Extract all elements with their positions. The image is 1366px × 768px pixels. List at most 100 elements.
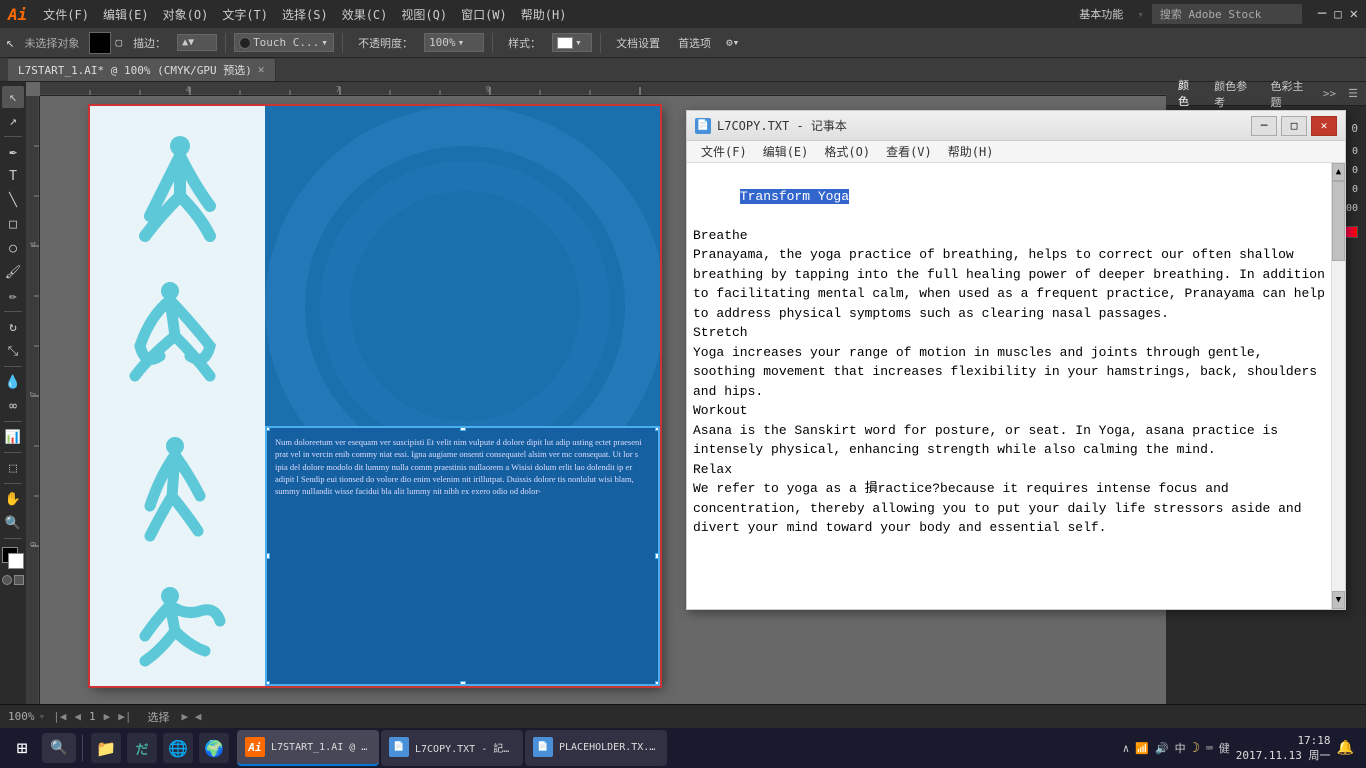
selection-handle-bm[interactable]	[460, 681, 466, 686]
canvas-tab-active[interactable]: L7START_1.AI* @ 100% (CMYK/GPU 预选) ✕	[8, 59, 276, 81]
select-tool[interactable]: ↖	[2, 86, 24, 108]
menu-select[interactable]: 选择(S)	[276, 4, 334, 25]
rect-tool[interactable]: □	[2, 213, 24, 235]
taskbar-ime-icon[interactable]: 中	[1175, 740, 1186, 756]
selection-handle-tr[interactable]	[655, 426, 660, 431]
start-button[interactable]: ⊞	[4, 730, 40, 766]
pen-tool[interactable]: ✒	[2, 141, 24, 163]
brush-tool[interactable]: 🖌	[2, 261, 24, 283]
menu-object[interactable]: 对象(O)	[157, 4, 215, 25]
text-box-overlay[interactable]: Num doloreetum ver esequam ver suscipist…	[265, 426, 660, 686]
text-box-content: Num doloreetum ver esequam ver suscipist…	[275, 436, 650, 676]
taskbar-health-icon[interactable]: 健	[1219, 740, 1230, 756]
menu-help[interactable]: 帮助(H)	[515, 4, 573, 25]
notepad-minimize-btn[interactable]: ─	[1251, 116, 1277, 136]
menu-type[interactable]: 文字(T)	[216, 4, 274, 25]
menu-effect[interactable]: 效果(C)	[336, 4, 394, 25]
nav-arrows[interactable]: ▶ ◀	[182, 710, 202, 723]
taskbar-action-center[interactable]: 🔔	[1337, 740, 1354, 756]
taskbar-edge-btn[interactable]: 🌐	[163, 733, 193, 763]
basic-function-btn[interactable]: 基本功能	[1073, 4, 1129, 24]
notepad-close-btn[interactable]: ✕	[1311, 116, 1337, 136]
search-adobe-stock[interactable]: 搜索 Adobe Stock	[1152, 4, 1302, 24]
maximize-btn[interactable]: □	[1334, 7, 1341, 21]
taskbar-time-display[interactable]: 17:18 2017.11.13 周一	[1236, 734, 1331, 763]
stroke-icon: ▢	[115, 36, 122, 49]
scale-tool[interactable]: ⤡	[2, 340, 24, 362]
taskbar-file-explorer-btn[interactable]: 📁	[91, 733, 121, 763]
notepad-titlebar[interactable]: 📄 L7COPY.TXT - 记事本 ─ □ ✕	[687, 111, 1345, 141]
scrollbar-down-btn[interactable]: ▼	[1332, 591, 1345, 609]
notepad-menu-file[interactable]: 文件(F)	[693, 141, 755, 162]
direct-select-tool[interactable]: ↗	[2, 110, 24, 132]
type-tool[interactable]: T	[2, 165, 24, 187]
menu-window[interactable]: 窗口(W)	[455, 4, 513, 25]
blend-tool[interactable]: ∞	[2, 395, 24, 417]
scrollbar-track[interactable]	[1332, 181, 1345, 591]
nav-back[interactable]: ◀	[74, 710, 81, 723]
menu-edit[interactable]: 编辑(E)	[97, 4, 155, 25]
scrollbar-up-btn[interactable]: ▲	[1332, 163, 1345, 181]
notepad-text-area[interactable]: Transform Yoga Breathe Pranayama, the yo…	[687, 163, 1331, 609]
pencil-tool[interactable]: ✏	[2, 285, 24, 307]
style-dropdown[interactable]: ▾	[552, 33, 592, 52]
notepad-menu-edit[interactable]: 编辑(E)	[755, 141, 817, 162]
menu-file[interactable]: 文件(F)	[37, 4, 95, 25]
taskbar-keyboard-icon[interactable]: ⌨	[1206, 742, 1213, 755]
canvas-tab-close[interactable]: ✕	[258, 63, 265, 76]
fill-swatch[interactable]	[89, 32, 111, 54]
close-btn[interactable]: ✕	[1350, 6, 1358, 22]
nav-forward[interactable]: ▶	[104, 710, 111, 723]
selection-handle-br[interactable]	[655, 681, 660, 686]
taskbar-right-area: ∧ 📶 🔊 中 ☽ ⌨ 健 17:18 2017.11.13 周一 🔔	[1123, 734, 1362, 763]
taskbar-app1-btn[interactable]: だ	[127, 733, 157, 763]
notepad-maximize-btn[interactable]: □	[1281, 116, 1307, 136]
artboard-tool[interactable]: ⬚	[2, 457, 24, 479]
no-selection-label: 未选择对象	[18, 33, 85, 53]
fill-stroke-indicator[interactable]	[2, 547, 24, 569]
normal-mode[interactable]	[2, 575, 12, 585]
taskbar-notepad-btn[interactable]: 📄 L7COPY.TXT - 記...	[381, 730, 523, 766]
zoom-tool[interactable]: 🔍	[2, 512, 24, 534]
taskbar-placeholder-btn[interactable]: 📄 PLACEHOLDER.TX...	[525, 730, 667, 766]
eyedropper-tool[interactable]: 💧	[2, 371, 24, 393]
taskbar-ai-btn[interactable]: Ai L7START_1.AI @ ...	[237, 730, 379, 766]
taskbar-network-icon[interactable]: 📶	[1135, 742, 1149, 755]
nav-next[interactable]: ▶|	[118, 710, 131, 723]
taskbar-search-btn[interactable]: 🔍	[42, 733, 76, 763]
selection-handle-tl[interactable]	[265, 426, 270, 431]
taskbar-ime-moon: ☽	[1192, 740, 1200, 756]
hand-tool[interactable]: ✋	[2, 488, 24, 510]
doc-settings-btn[interactable]: 文档设置	[609, 32, 667, 54]
stroke-dropdown[interactable]: ▲▼	[177, 34, 217, 51]
selection-handle-mr[interactable]	[655, 553, 660, 559]
scrollbar-thumb[interactable]	[1332, 181, 1345, 261]
notepad-menu-help[interactable]: 帮助(H)	[940, 141, 1002, 162]
taskbar-system-tray[interactable]: ∧	[1123, 742, 1130, 755]
notepad-window: 📄 L7COPY.TXT - 记事本 ─ □ ✕ 文件(F) 编辑(E) 格式(…	[686, 110, 1346, 610]
prefs-btn[interactable]: 首选项	[671, 32, 718, 54]
selection-handle-tm[interactable]	[460, 426, 466, 431]
panel-expand-btn[interactable]: >>	[1323, 87, 1336, 100]
notepad-menu-format[interactable]: 格式(O)	[816, 141, 878, 162]
notepad-menu-view[interactable]: 查看(V)	[878, 141, 940, 162]
taskbar-browser-btn[interactable]: 🌍	[199, 733, 229, 763]
graph-tool[interactable]: 📊	[2, 426, 24, 448]
ellipse-tool[interactable]: ○	[2, 237, 24, 259]
extra-toolbar-icon[interactable]: ⚙▾	[726, 36, 739, 49]
zoom-control[interactable]: 100% ▾	[8, 710, 45, 723]
menu-view[interactable]: 视图(Q)	[395, 4, 453, 25]
selection-handle-bl[interactable]	[265, 681, 270, 686]
minimize-btn[interactable]: ─	[1318, 6, 1326, 22]
fill-mode[interactable]	[14, 575, 24, 585]
taskbar-volume-icon[interactable]: 🔊	[1155, 742, 1169, 755]
nav-prev[interactable]: |◀	[53, 710, 66, 723]
panel-menu-btn[interactable]: ☰	[1348, 87, 1358, 100]
opacity-dropdown[interactable]: 100% ▾	[424, 33, 484, 52]
notepad-scrollbar[interactable]: ▲ ▼	[1331, 163, 1345, 609]
rotate-tool[interactable]: ↻	[2, 316, 24, 338]
touch-dropdown[interactable]: Touch C... ▾	[234, 33, 334, 52]
tool-sep-1	[4, 136, 22, 137]
line-tool[interactable]: ╲	[2, 189, 24, 211]
selection-handle-ml[interactable]	[265, 553, 270, 559]
